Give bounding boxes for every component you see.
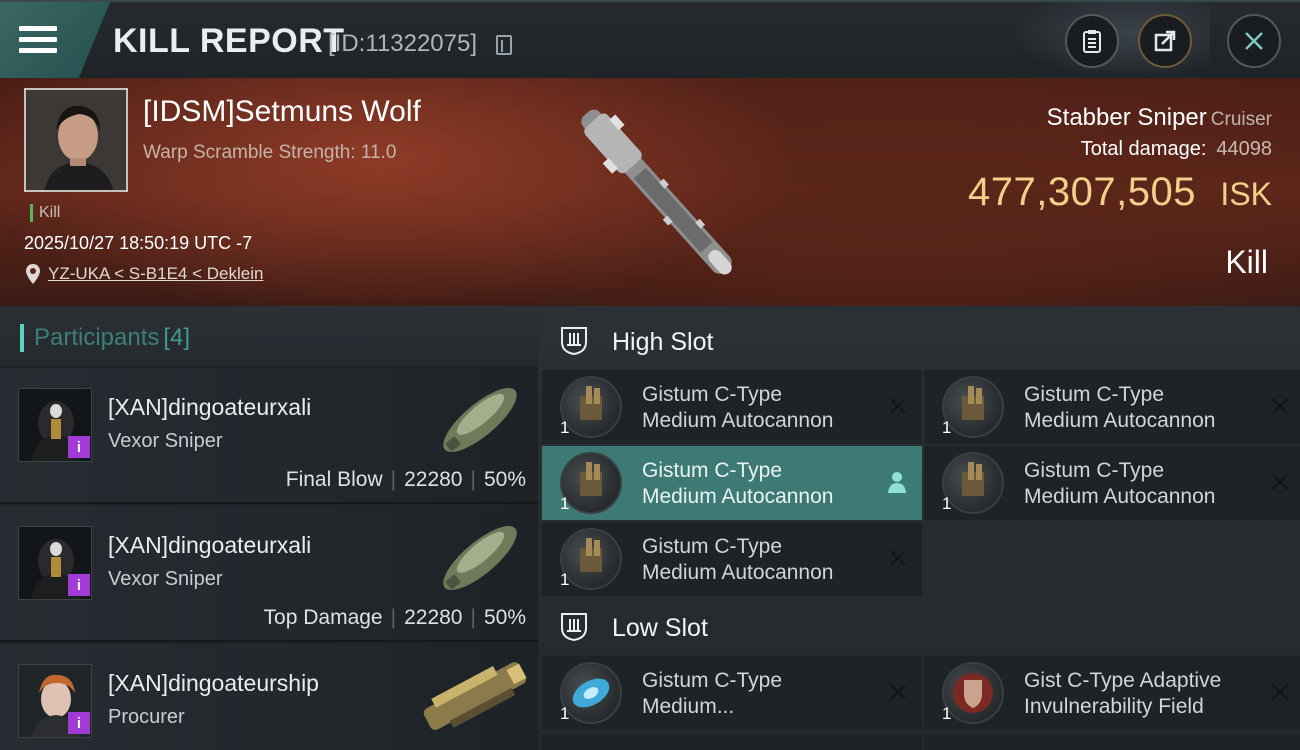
participant-row[interactable]: i [XAN]dingoateurxali Vexor Sniper Top D…	[0, 506, 538, 642]
participant-ship: Vexor Sniper	[108, 568, 223, 590]
slot-icon	[561, 613, 587, 642]
participant-damage: 22280	[404, 468, 463, 491]
participant-badge: i	[68, 436, 90, 458]
report-id: [ID:11322075]	[328, 30, 478, 57]
kill-location[interactable]: YZ-UKA < S-B1E4 < Deklein	[26, 264, 263, 284]
remove-icon[interactable]	[888, 682, 908, 702]
close-button[interactable]	[1227, 14, 1281, 68]
participant-badge: i	[68, 712, 90, 734]
participant-role: Top Damage	[263, 606, 383, 629]
module-quantity: 1	[560, 418, 570, 437]
module-item[interactable]: 1 Gistum C-Type Medium...	[542, 656, 922, 730]
participants-label: Participants	[34, 324, 160, 351]
module-quantity: 1	[560, 570, 570, 589]
remove-icon[interactable]	[888, 548, 908, 568]
module-quantity: 1	[560, 494, 570, 513]
participant-damage: 22280	[404, 606, 463, 629]
participants-header: Participants [4]	[0, 306, 538, 366]
top-bar: KILL REPORT [ID:11322075]	[0, 0, 1300, 80]
victim-ship-class: Cruiser	[1210, 109, 1272, 130]
high-slot-title: High Slot	[612, 328, 714, 356]
victim-panel: [IDSM]Setmuns Wolf Warp Scramble Strengt…	[0, 78, 1300, 306]
participant-badge: i	[68, 574, 90, 596]
low-slot-header: Low Slot	[538, 596, 1300, 656]
participants-panel: Participants [4] i [XAN]dingoateurxali Ve…	[0, 306, 538, 750]
module-item[interactable]: 1 Gistum C-Type Medium Autocannon	[924, 370, 1300, 444]
fitting-panel: High Slot 1 Gistum C-Type Medium Autocann…	[538, 306, 1300, 750]
low-slot-title: Low Slot	[612, 614, 708, 642]
module-item[interactable]	[924, 734, 1300, 750]
participant-role: Final Blow	[285, 468, 383, 491]
remove-icon[interactable]	[888, 396, 908, 416]
menu-icon	[19, 26, 57, 54]
module-quantity: 1	[560, 704, 570, 723]
module-name: Gistum C-Type Medium Autocannon	[1024, 459, 1216, 508]
module-item[interactable]: 1 Gistum C-Type Medium Autocannon	[542, 522, 922, 596]
clipboard-button[interactable]	[1065, 14, 1119, 68]
victim-ship-name: Stabber Sniper	[1046, 104, 1207, 131]
victim-name[interactable]: [IDSM]Setmuns Wolf	[143, 95, 421, 129]
module-quantity: 1	[942, 418, 952, 437]
participant-name[interactable]: [XAN]dingoateurxali	[108, 532, 311, 559]
header-accent-bar	[20, 324, 24, 352]
share-button[interactable]	[1138, 14, 1192, 68]
participant-ship-image	[443, 525, 517, 591]
participant-ship: Vexor Sniper	[108, 430, 223, 452]
module-item[interactable]: 1 Gist C-Type Adaptive Invulnerability Fi…	[924, 656, 1300, 730]
kill-result: Kill	[1225, 244, 1268, 280]
high-slot-header: High Slot	[538, 310, 1300, 370]
remove-icon[interactable]	[1270, 472, 1290, 492]
module-name: Gistum C-Type Medium Autocannon	[642, 383, 834, 432]
warp-scramble-strength: Warp Scramble Strength: 11.0	[143, 142, 397, 163]
participant-ship-image	[443, 387, 517, 453]
remove-icon[interactable]	[1270, 682, 1290, 702]
participant-ship-image	[423, 662, 527, 730]
location-pin-icon	[26, 264, 40, 284]
participants-title: Participants [4]	[34, 324, 190, 352]
pilot-icon	[888, 472, 906, 493]
module-item[interactable]: 1 Gistum C-Type Medium Autocannon	[924, 446, 1300, 520]
module-name: Gist C-Type Adaptive Invulnerability Fiel…	[1024, 669, 1222, 718]
module-name: Gistum C-Type Medium Autocannon	[642, 459, 834, 508]
participant-row[interactable]: i [XAN]dingoateurxali Vexor Sniper Final…	[0, 368, 538, 504]
module-quantity: 1	[942, 494, 952, 513]
victim-ship-image	[581, 109, 732, 275]
module-name: Gistum C-Type Medium Autocannon	[1024, 383, 1216, 432]
kill-tag: Kill	[30, 204, 60, 222]
kill-timestamp: 2025/10/27 18:50:19 UTC -7	[24, 233, 253, 253]
module-name: Gistum C-Type Medium...	[642, 669, 783, 718]
participant-percent: 50%	[483, 606, 526, 629]
location-link[interactable]: YZ-UKA < S-B1E4 < Deklein	[48, 264, 263, 284]
victim-ship: Stabber Sniper Cruiser	[1047, 104, 1272, 132]
participant-stats: Final Blow | 22280 | 50%	[285, 468, 526, 491]
menu-button[interactable]	[0, 2, 110, 80]
participants-count: [4]	[163, 324, 191, 351]
close-icon	[1245, 32, 1263, 50]
participant-percent: 50%	[483, 468, 526, 491]
total-damage-label: Total damage:	[1080, 138, 1207, 160]
participant-ship: Procurer	[108, 706, 185, 728]
module-quantity: 1	[942, 704, 952, 723]
page-title: KILL REPORT	[113, 22, 345, 60]
module-item[interactable]: 1 Gistum C-Type Medium Autocannon	[542, 370, 922, 444]
clipboard-icon	[1083, 30, 1101, 53]
module-item[interactable]	[542, 734, 922, 750]
isk-unit: ISK	[1220, 176, 1272, 212]
isk-value: 477,307,505	[968, 170, 1196, 214]
participant-stats: Top Damage | 22280 | 50%	[263, 606, 526, 629]
participant-name[interactable]: [XAN]dingoateurship	[108, 670, 319, 697]
share-icon	[1154, 30, 1176, 52]
total-damage: Total damage: 44098	[1081, 138, 1272, 161]
remove-icon[interactable]	[1270, 396, 1290, 416]
slot-icon	[561, 327, 587, 356]
victim-portrait[interactable]	[24, 88, 128, 192]
participant-row[interactable]: i [XAN]dingoateurship Procurer	[0, 644, 538, 750]
total-damage-value: 44098	[1216, 138, 1272, 160]
copy-icon[interactable]	[496, 35, 512, 55]
module-item-selected[interactable]: 1 Gistum C-Type Medium Autocannon	[542, 446, 922, 520]
participant-name[interactable]: [XAN]dingoateurxali	[108, 394, 311, 421]
module-name: Gistum C-Type Medium Autocannon	[642, 535, 834, 584]
